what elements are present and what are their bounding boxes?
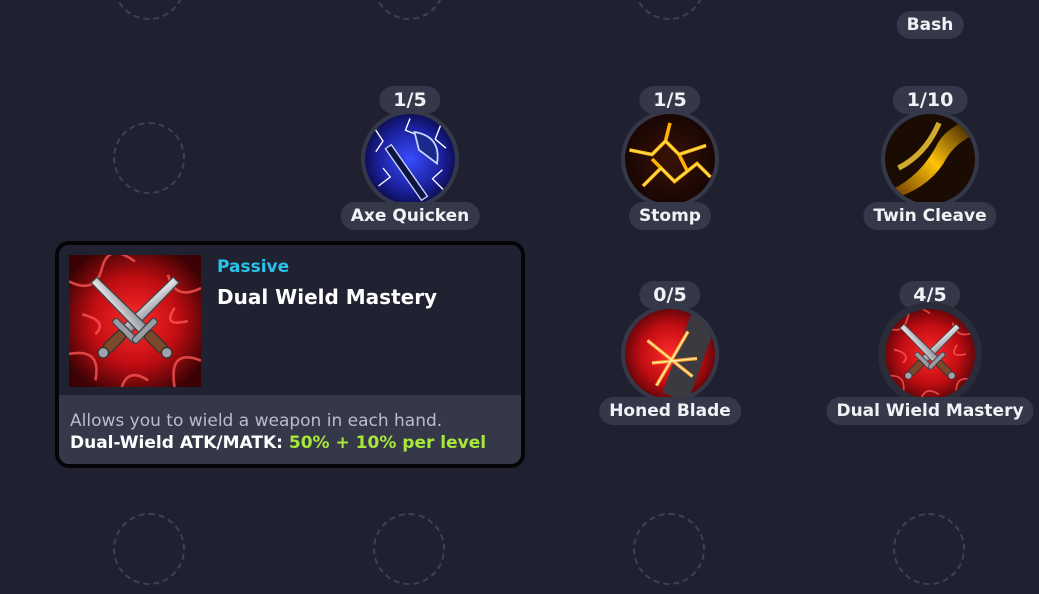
skill-name: Bash (896, 11, 964, 39)
skill-type-label: Passive (217, 257, 290, 277)
tooltip-title: Dual Wield Mastery (217, 285, 438, 309)
empty-skill-slot (113, 122, 185, 194)
skill-node-honed-blade[interactable]: 0/5 Honed Blade (590, 281, 750, 431)
skill-node-axe-quicken[interactable]: 1/5 Axe Quicken (330, 86, 490, 236)
stat-value: 50% + 10% per level (288, 433, 487, 453)
skill-node-stomp[interactable]: 1/5 Stomp (590, 86, 750, 236)
stat-label: Dual-Wield ATK/MATK: (70, 433, 283, 453)
skill-name: Honed Blade (599, 397, 741, 425)
skill-name: Twin Cleave (863, 202, 997, 230)
skill-description: Allows you to wield a weapon in each han… (70, 411, 443, 431)
tooltip-header: Passive Dual Wield Mastery (59, 245, 521, 395)
empty-skill-slot (373, 513, 445, 585)
empty-skill-slot (373, 0, 445, 20)
twin-cleave-icon (881, 110, 979, 208)
empty-skill-slot (893, 513, 965, 585)
skill-node-twin-cleave[interactable]: 1/10 Twin Cleave (850, 86, 1010, 236)
skill-name: Stomp (629, 202, 711, 230)
skill-name: Dual Wield Mastery (826, 397, 1034, 425)
dual-wield-mastery-icon (878, 302, 982, 406)
skill-node-dual-wield-mastery[interactable]: 4/5 Dual Wield Mastery (826, 281, 1034, 431)
empty-skill-slot (113, 513, 185, 585)
axe-quicken-icon (361, 110, 459, 208)
skill-node-bash[interactable]: Bash (850, 0, 1010, 44)
empty-skill-slot (633, 513, 705, 585)
stomp-icon (621, 110, 719, 208)
empty-skill-slot (113, 0, 185, 20)
tooltip-body: Allows you to wield a weapon in each han… (59, 395, 521, 464)
skill-tooltip: Passive Dual Wield Mastery Allows you to… (55, 241, 525, 468)
crossed-daggers-icon (69, 255, 201, 387)
skill-name: Axe Quicken (340, 202, 480, 230)
empty-skill-slot (633, 0, 705, 20)
honed-blade-icon (621, 305, 719, 403)
skill-stat: Dual-Wield ATK/MATK: 50% + 10% per level (70, 433, 486, 453)
